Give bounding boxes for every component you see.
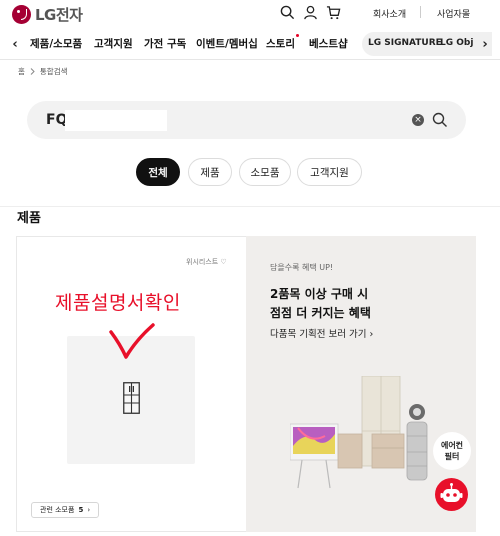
- header-icons: [280, 5, 341, 20]
- aircon-filter-chip[interactable]: 에어컨 필터: [433, 432, 471, 470]
- tab-consumables[interactable]: 소모품: [239, 158, 291, 186]
- related-consumables-button[interactable]: 관련 소모품 5 ›: [31, 502, 100, 518]
- nav-item-support[interactable]: 고객지원: [94, 36, 133, 51]
- redacted-area: [65, 110, 167, 131]
- nav-item-story[interactable]: 스토리: [266, 36, 295, 51]
- search-submit-icon[interactable]: [432, 112, 448, 128]
- nav-item-events[interactable]: 이벤트/멤버십: [196, 36, 258, 51]
- logo-text: LG전자: [35, 6, 83, 24]
- chatbot-icon: [440, 483, 463, 502]
- nav-item-bestshop[interactable]: 베스트샵: [309, 36, 348, 51]
- clear-icon[interactable]: ×: [412, 114, 424, 126]
- promo-title-line1: 2품목 이상 구매 시: [270, 287, 369, 301]
- chip-line1: 에어컨: [440, 441, 464, 450]
- lg-logo[interactable]: LG전자: [12, 4, 83, 25]
- nav-next-icon[interactable]: ›: [478, 34, 492, 54]
- nav-item-products[interactable]: 제품/소모품: [30, 36, 82, 51]
- tab-products[interactable]: 제품: [188, 158, 232, 186]
- promo-link[interactable]: 다품목 기획전 보러 가기 ›: [270, 326, 373, 340]
- category-nav: ‹ 제품/소모품 고객지원 가전 구독 이벤트/멤버십 스토리 베스트샵 LG …: [0, 32, 500, 56]
- search-bar[interactable]: FQ ×: [27, 101, 466, 139]
- refrigerator-icon: [123, 382, 140, 414]
- annotation-check-mark: [109, 323, 155, 359]
- promo-title-line2: 점점 더 커지는 혜택: [270, 306, 371, 320]
- nav-item-lg-objet[interactable]: LG Obj: [440, 38, 473, 48]
- nav-item-lg-signature[interactable]: LG SIGNATURE: [368, 38, 442, 48]
- tab-support[interactable]: 고객지원: [297, 158, 362, 186]
- related-consumables-label: 관련 소모품: [40, 506, 75, 514]
- tab-all[interactable]: 전체: [136, 158, 180, 186]
- related-consumables-count: 5: [78, 506, 84, 514]
- chip-line2: 필터: [444, 452, 460, 461]
- nav-item-subscription[interactable]: 가전 구독: [144, 36, 186, 51]
- chevron-right-icon: ›: [87, 506, 91, 514]
- annotation-text: 제품설명서확인: [55, 292, 181, 314]
- breadcrumb-current: 통합검색: [39, 67, 68, 76]
- section-title: 제품: [17, 211, 41, 226]
- brand-pill: LG SIGNATURE LG Obj: [362, 32, 492, 56]
- chatbot-button[interactable]: [435, 478, 468, 511]
- breadcrumb-home[interactable]: 홈: [18, 66, 25, 77]
- breadcrumb: 홈 통합검색: [18, 66, 68, 77]
- cart-icon[interactable]: [326, 5, 341, 20]
- nav-prev-icon[interactable]: ‹: [8, 34, 22, 54]
- top-header: LG전자 회사소개 사업자몰: [0, 0, 500, 28]
- lg-logo-icon: [12, 5, 31, 24]
- user-icon[interactable]: [303, 5, 318, 20]
- breadcrumb-chevron-icon: [30, 68, 35, 75]
- nav-divider: [0, 59, 500, 60]
- wishlist-button[interactable]: 위시리스트 ♡: [186, 257, 227, 267]
- promo-products-image: [290, 376, 428, 489]
- section-divider: [0, 206, 500, 207]
- promo-label: 담을수록 혜택 UP!: [270, 263, 334, 272]
- search-icon[interactable]: [280, 5, 295, 20]
- header-divider: [420, 6, 421, 18]
- company-info-link[interactable]: 회사소개: [373, 7, 406, 20]
- business-mall-link[interactable]: 사업자몰: [437, 7, 470, 20]
- new-dot-badge: [296, 34, 299, 37]
